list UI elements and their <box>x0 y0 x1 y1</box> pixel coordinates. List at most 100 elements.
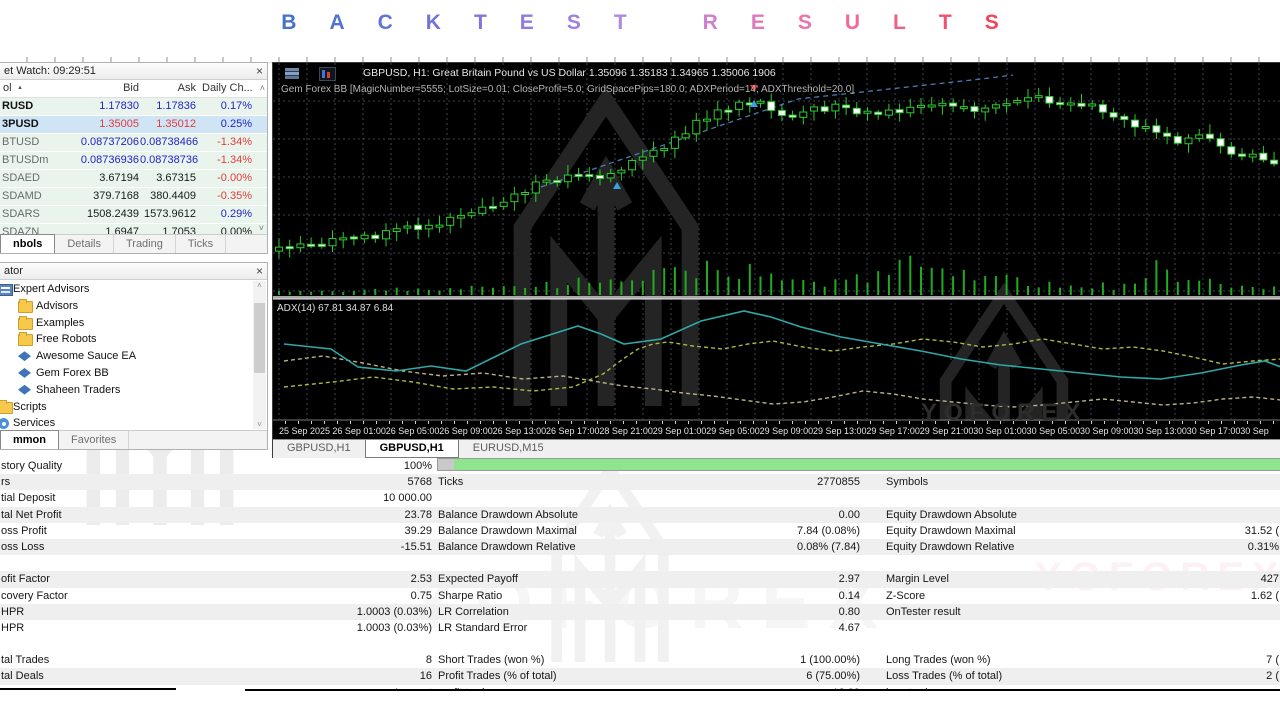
report-row: rs5768Ticks2770855Symbols <box>0 474 1280 490</box>
navigator-panel: ator × Expert AdvisorsAdvisorsExamplesFr… <box>0 262 268 450</box>
metric-label: story Quality <box>1 458 62 474</box>
scrollbar-thumb[interactable] <box>254 303 265 373</box>
metric-label: tial Deposit <box>1 490 55 506</box>
report-spacer-row <box>0 555 1280 571</box>
time-axis-label: 26 Sep 13:00 <box>493 426 547 436</box>
quote-value: 1573.9612 <box>140 206 196 223</box>
column-ask[interactable]: Ask <box>142 80 196 97</box>
navigator-item[interactable]: Examples <box>0 315 253 332</box>
tab-mmon[interactable]: mmon <box>0 430 59 449</box>
quote-value: 1508.2439 <box>70 206 139 223</box>
navigator-item[interactable]: Awesome Sauce EA <box>0 348 253 365</box>
close-icon[interactable]: × <box>256 63 263 79</box>
market-watch-row[interactable]: BTUSDm0.087369360.08738736-1.34% <box>0 152 267 170</box>
metric-value: 0.14 <box>660 588 860 604</box>
navigator-scrollbar[interactable]: ˄ ˅ <box>253 281 266 429</box>
market-watch-titlebar[interactable]: et Watch: 09:29:51 × <box>0 63 267 80</box>
tab-nbols[interactable]: nbols <box>0 234 55 253</box>
metric-value: 7 ( <box>1078 652 1279 668</box>
metric-value: 8 <box>230 652 432 668</box>
metric-label: Equity Drawdown Maximal <box>886 523 1016 539</box>
report-row: tal Trades8Short Trades (won %)1 (100.00… <box>0 652 1280 668</box>
chart-symbol-header: GBPUSD, H1: Great Britain Pound vs US Do… <box>363 67 776 79</box>
metric-label: Ticks <box>438 474 463 490</box>
market-watch-row[interactable]: 3PUSD1.350051.350120.25% <box>0 116 267 134</box>
scroll-up-icon[interactable]: ˄ <box>260 80 265 97</box>
market-watch-row[interactable]: RUSD1.178301.178360.17% <box>0 98 267 116</box>
symbol-name: RUSD <box>2 98 33 115</box>
symbol-name: SDAED <box>2 170 40 187</box>
quote-value: 0.29% <box>196 206 252 223</box>
quote-value: -1.34% <box>196 134 252 151</box>
metric-label: covery Factor <box>1 588 68 604</box>
close-icon[interactable]: × <box>256 263 263 279</box>
page-title: BACKTESTRESULTS <box>0 11 1280 35</box>
scroll-up-icon[interactable]: ˄ <box>253 281 266 290</box>
column-bid[interactable]: Bid <box>84 80 139 97</box>
quote-value: -0.35% <box>196 188 252 205</box>
symbol-name: BTUSDm <box>2 152 48 169</box>
time-axis: 25 Sep 202526 Sep 01:0026 Sep 05:0026 Se… <box>273 421 1280 439</box>
navigator-title: ator <box>4 265 23 277</box>
chart-tab-gbpusd-h1[interactable]: GBPUSD,H1 <box>273 440 365 458</box>
navigator-item[interactable]: Advisors <box>0 298 253 315</box>
scroll-down-icon[interactable]: ˅ <box>253 420 266 429</box>
expert-advisors-icon <box>0 284 13 296</box>
navigator-item-label: Services <box>13 415 55 429</box>
chart-menu-icon[interactable] <box>285 68 299 79</box>
time-axis-label: 29 Sep 01:00 <box>653 426 707 436</box>
metric-label: Z-Score <box>886 588 925 604</box>
metric-value: 10 000.00 <box>230 490 432 506</box>
metric-value: 1.0003 (0.03%) <box>230 604 432 620</box>
metric-label: tal Net Profit <box>1 507 62 523</box>
market-watch-tabs: nbolsDetailsTradingTicks <box>0 234 267 253</box>
chart-tab-eurusd-m15[interactable]: EURUSD,M15 <box>459 440 558 458</box>
quote-value: 3.67194 <box>70 170 139 187</box>
market-watch-row[interactable]: SDAED3.671943.67315-0.00% <box>0 170 267 188</box>
market-watch-row[interactable]: SDAMD379.7168380.4409-0.35% <box>0 188 267 206</box>
title-letter: T <box>939 11 952 35</box>
navigator-item[interactable]: Free Robots <box>0 331 253 348</box>
chart-type-icon[interactable] <box>319 67 336 81</box>
quote-value: 0.08737206 <box>70 134 139 151</box>
time-axis-label: 26 Sep 17:00 <box>546 426 600 436</box>
navigator-tabs: mmonFavorites <box>0 430 267 449</box>
chart-tab-gbpusd-h1[interactable]: GBPUSD,H1 <box>365 440 459 458</box>
ea-icon <box>18 351 31 362</box>
scroll-down-icon[interactable]: ˅ <box>259 223 264 233</box>
price-chart[interactable] <box>273 63 1280 421</box>
navigator-item[interactable]: Expert Advisors <box>0 281 253 298</box>
report-row: covery Factor0.75Sharpe Ratio0.14Z-Score… <box>0 588 1280 604</box>
metric-value: 1 (100.00%) <box>660 652 860 668</box>
navigator-item[interactable]: Shaheen Traders <box>0 382 253 399</box>
title-letter: K <box>426 11 441 35</box>
navigator-item[interactable]: Services <box>0 415 253 429</box>
navigator-item[interactable]: Scripts <box>0 399 253 416</box>
quote-value: 1.17830 <box>70 98 139 115</box>
metric-label: Equity Drawdown Relative <box>886 539 1014 555</box>
symbol-name: SDAMD <box>2 188 42 205</box>
tab-trading[interactable]: Trading <box>114 235 176 253</box>
tab-details[interactable]: Details <box>55 235 114 253</box>
time-axis-label: 30 Sep 17:00 <box>1187 426 1241 436</box>
title-letter <box>660 11 670 35</box>
market-watch-row[interactable]: BTUSD0.087372060.08738466-1.34% <box>0 134 267 152</box>
divider-line <box>245 689 1280 691</box>
report-row: HPR1.0003 (0.03%)LR Standard Error4.67 <box>0 620 1280 636</box>
metric-label: LR Correlation <box>438 604 509 620</box>
tab-favorites[interactable]: Favorites <box>59 431 129 449</box>
navigator-item[interactable]: Gem Forex BB <box>0 365 253 382</box>
tab-ticks[interactable]: Ticks <box>176 235 226 253</box>
column-daily-change[interactable]: Daily Ch... <box>199 80 254 97</box>
market-watch-header[interactable]: ol▲ Bid Ask Daily Ch... ˄ <box>0 80 267 98</box>
time-axis-label: 26 Sep 09:00 <box>439 426 493 436</box>
time-axis-label: 29 Sep 17:00 <box>866 426 920 436</box>
navigator-item-label: Free Robots <box>36 331 97 348</box>
column-symbol[interactable]: ol <box>3 80 12 97</box>
navigator-item-label: Advisors <box>36 298 78 315</box>
chart-window[interactable]: GBPUSD, H1: Great Britain Pound vs US Do… <box>272 62 1280 458</box>
metric-label: oss Loss <box>1 539 44 555</box>
metric-label: Sharpe Ratio <box>438 588 502 604</box>
navigator-titlebar[interactable]: ator × <box>0 263 267 280</box>
market-watch-row[interactable]: SDARS1508.24391573.96120.29% <box>0 206 267 224</box>
